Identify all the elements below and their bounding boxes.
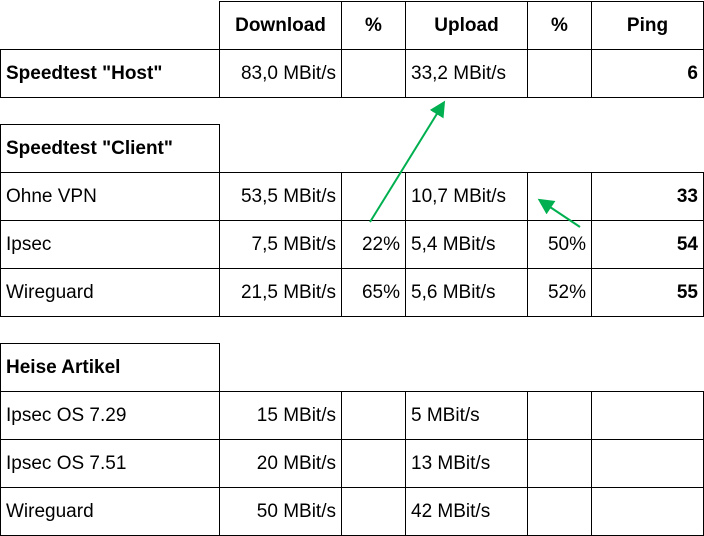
heise-row-2-label[interactable]: Wireguard (0, 487, 220, 536)
client-row-0-pct1[interactable] (341, 172, 406, 221)
host-pct2[interactable] (527, 49, 592, 98)
heise-row-1-download[interactable]: 20 MBit/s (219, 439, 342, 488)
client-row-0-upload[interactable]: 10,7 MBit/s (405, 172, 528, 221)
client-row-0-download[interactable]: 53,5 MBit/s (219, 172, 342, 221)
heise-row-0-ping[interactable] (591, 391, 704, 440)
client-row-1-pct1[interactable]: 22% (341, 220, 406, 269)
heise-row-2-pct1[interactable] (341, 487, 406, 536)
client-row-1-label[interactable]: Ipsec (0, 220, 220, 269)
heise-row-1-pct1[interactable] (341, 439, 406, 488)
header-upload[interactable]: Upload (405, 1, 528, 50)
heise-row-1-pct2[interactable] (527, 439, 592, 488)
heise-row-2-ping[interactable] (591, 487, 704, 536)
heise-row-0-pct2[interactable] (527, 391, 592, 440)
header-download[interactable]: Download (219, 1, 342, 50)
heise-row-0-upload[interactable]: 5 MBit/s (405, 391, 528, 440)
client-row-2-upload[interactable]: 5,6 MBit/s (405, 268, 528, 317)
heise-row-0-label[interactable]: Ipsec OS 7.29 (0, 391, 220, 440)
client-row-2-ping[interactable]: 55 (591, 268, 704, 317)
client-row-2-download[interactable]: 21,5 MBit/s (219, 268, 342, 317)
host-pct1[interactable] (341, 49, 406, 98)
heise-row-0-download[interactable]: 15 MBit/s (219, 391, 342, 440)
client-row-2-pct1[interactable]: 65% (341, 268, 406, 317)
client-row-2-label[interactable]: Wireguard (0, 268, 220, 317)
heise-row-1-ping[interactable] (591, 439, 704, 488)
heise-title[interactable]: Heise Artikel (0, 343, 220, 392)
client-row-1-ping[interactable]: 54 (591, 220, 704, 269)
host-label[interactable]: Speedtest "Host" (0, 49, 220, 98)
client-row-1-download[interactable]: 7,5 MBit/s (219, 220, 342, 269)
client-row-1-pct2[interactable]: 50% (527, 220, 592, 269)
heise-row-2-upload[interactable]: 42 MBit/s (405, 487, 528, 536)
client-row-1-upload[interactable]: 5,4 MBit/s (405, 220, 528, 269)
client-title[interactable]: Speedtest "Client" (0, 124, 220, 173)
header-ping[interactable]: Ping (591, 1, 704, 50)
header-pct2[interactable]: % (527, 1, 592, 50)
header-pct1[interactable]: % (341, 1, 406, 50)
client-row-0-ping[interactable]: 33 (591, 172, 704, 221)
client-row-0-label[interactable]: Ohne VPN (0, 172, 220, 221)
host-ping[interactable]: 6 (591, 49, 704, 98)
client-row-2-pct2[interactable]: 52% (527, 268, 592, 317)
heise-row-2-download[interactable]: 50 MBit/s (219, 487, 342, 536)
client-row-0-pct2[interactable] (527, 172, 592, 221)
heise-row-2-pct2[interactable] (527, 487, 592, 536)
heise-row-1-upload[interactable]: 13 MBit/s (405, 439, 528, 488)
host-upload[interactable]: 33,2 MBit/s (405, 49, 528, 98)
heise-row-1-label[interactable]: Ipsec OS 7.51 (0, 439, 220, 488)
host-download[interactable]: 83,0 MBit/s (219, 49, 342, 98)
heise-row-0-pct1[interactable] (341, 391, 406, 440)
